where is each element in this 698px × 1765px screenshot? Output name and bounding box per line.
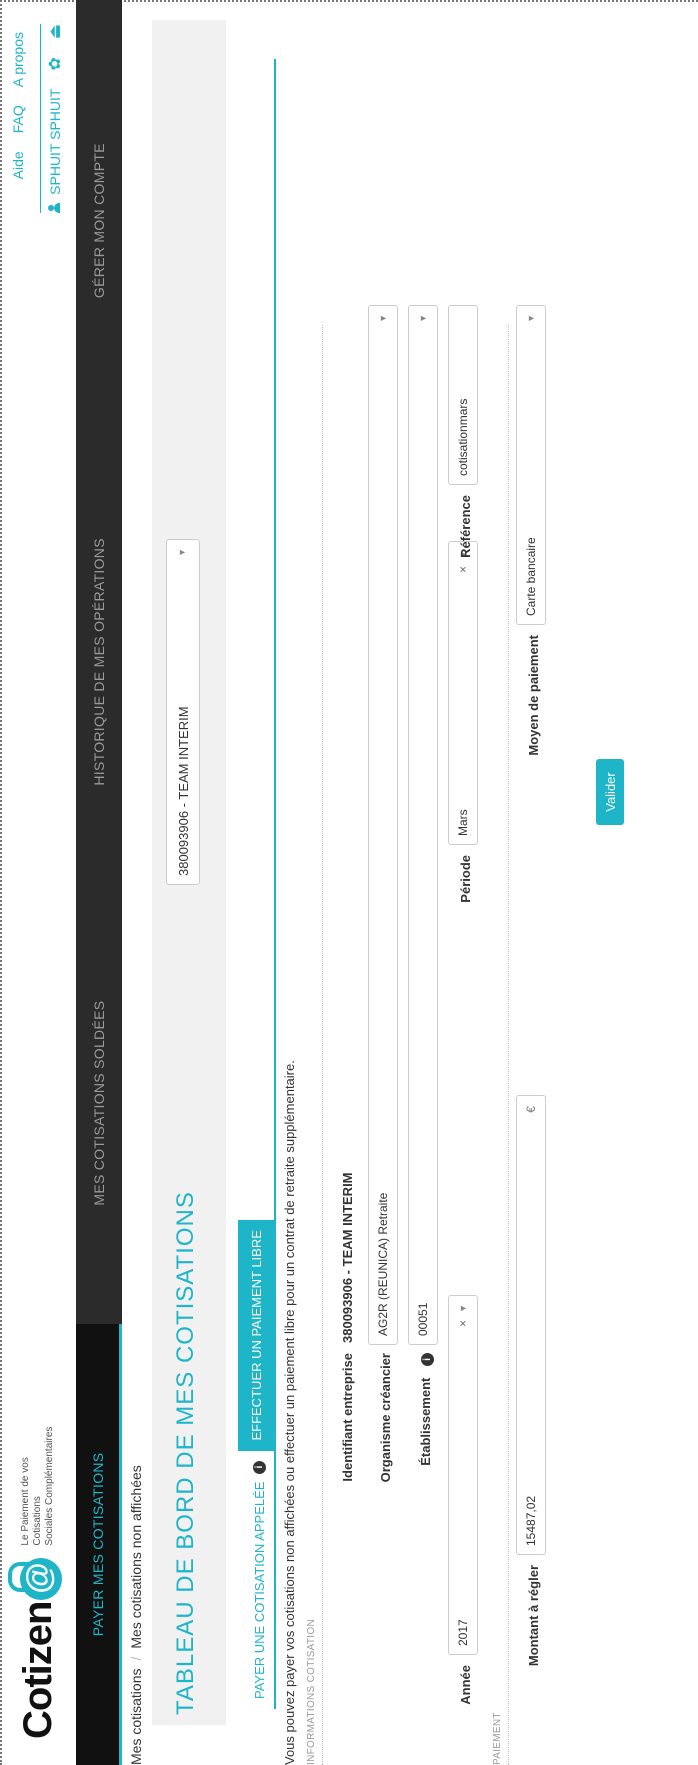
page-canvas: Cotizen Le Paiement de vos Cotisations S… <box>0 0 698 1765</box>
user-name: SPHUIT SPHUIT <box>47 88 63 195</box>
reference-value: cotisationmars <box>456 398 470 476</box>
logo[interactable]: Cotizen Le Paiement de vos Cotisations S… <box>8 1416 68 1739</box>
company-id-value: 380093906 - TEAM INTERIM <box>340 1172 355 1343</box>
logo-wordmark: Cotizen <box>15 1601 60 1739</box>
info-icon[interactable]: i <box>421 1353 434 1366</box>
tab-payer-cotisation-appelee[interactable]: PAYER UNE COTISATION APPELÉE i <box>244 1451 274 1709</box>
tab-paiement-libre[interactable]: EFFECTUER UN PAIEMENT LIBRE <box>238 1220 274 1451</box>
faq-link[interactable]: FAQ <box>10 105 26 133</box>
clear-icon[interactable]: × <box>456 1320 470 1327</box>
period-label: Période <box>458 855 473 903</box>
year-select[interactable]: 2017 × ▼ <box>448 1295 478 1655</box>
company-id-label: Identifiant entreprise <box>340 1353 355 1482</box>
nav-item-payer-mes-cotisations[interactable]: PAYER MES COTISATIONS <box>76 1323 122 1765</box>
logo-at-lock-icon <box>8 1557 62 1600</box>
year-value: 2017 <box>456 1619 470 1646</box>
section-label-info: INFORMATIONS COTISATION <box>306 1619 317 1765</box>
creditor-label: Organisme créancier <box>378 1353 393 1483</box>
year-label: Année <box>458 1665 473 1705</box>
help-link[interactable]: Aide <box>10 151 26 179</box>
reference-label: Référence <box>458 495 473 558</box>
nav-item-historique[interactable]: HISTORIQUE DE MES OPÉRATIONS <box>76 441 122 882</box>
amount-input[interactable]: 15487,02 € <box>516 1095 546 1555</box>
establishment-select[interactable]: 00051 ▼ <box>408 305 438 1345</box>
tab-label: PAYER UNE COTISATION APPELÉE <box>251 1481 267 1699</box>
breadcrumb-separator: / <box>128 1656 144 1661</box>
nav-item-gerer-mon-compte[interactable]: GÉRER MON COMPTE <box>76 0 122 441</box>
creditor-value: AG2R (REUNICA) Retraite <box>376 1192 390 1336</box>
user-menu[interactable]: SPHUIT SPHUIT <box>47 89 63 213</box>
payment-method-select[interactable]: Carte bancaire ▼ <box>516 305 546 625</box>
section-divider <box>508 325 509 1765</box>
gear-icon[interactable]: ✿ <box>45 57 65 70</box>
establishment-label-text: Établissement <box>418 1377 433 1466</box>
validate-button[interactable]: Valider <box>596 759 624 825</box>
currency-euro: € <box>524 1106 538 1113</box>
payment-method-label: Moyen de paiement <box>526 635 541 756</box>
dropdown-arrow-icon: ▼ <box>526 314 536 323</box>
nav-item-mes-cotisations-soldees[interactable]: MES COTISATIONS SOLDÉES <box>76 883 122 1324</box>
header: Cotizen Le Paiement de vos Cotisations S… <box>0 0 72 1765</box>
payment-tabs: PAYER UNE COTISATION APPELÉE i EFFECTUER… <box>238 59 276 1709</box>
payment-method-value: Carte bancaire <box>524 537 538 616</box>
dropdown-arrow-icon: ▼ <box>177 548 187 557</box>
page-title: TABLEAU DE BORD DE MES COTISATIONS <box>172 1191 199 1715</box>
dropdown-arrow-icon: ▼ <box>418 314 428 323</box>
tagline: Le Paiement de vos Cotisations Sociales … <box>20 1416 56 1546</box>
user-icon <box>48 203 60 213</box>
company-select-value: 380093906 - TEAM INTERIM <box>175 706 191 876</box>
tagline-line-2: Sociales Complémentaires <box>44 1426 55 1546</box>
section-divider <box>322 325 323 1765</box>
reference-input[interactable]: cotisationmars <box>448 305 478 485</box>
dropdown-arrow-icon: ▼ <box>378 314 388 323</box>
breadcrumb: Mes cotisations / Mes cotisations non af… <box>128 1465 144 1765</box>
breadcrumb-current: Mes cotisations non affichées <box>128 1465 144 1649</box>
dropdown-arrow-icon: ▼ <box>458 1304 468 1313</box>
top-links: Aide FAQ A propos <box>10 32 26 179</box>
tagline-line-1: Le Paiement de vos Cotisations <box>20 1457 43 1546</box>
section-label-payment: PAIEMENT <box>492 1712 503 1765</box>
intro-text: Vous pouvez payer vos cotisations non af… <box>282 1060 297 1765</box>
about-link[interactable]: A propos <box>10 32 26 87</box>
establishment-value: 00051 <box>416 1302 430 1336</box>
breadcrumb-root[interactable]: Mes cotisations <box>128 1669 144 1765</box>
amount-value: 15487,02 <box>524 1495 538 1546</box>
main-nav: PAYER MES COTISATIONS MES COTISATIONS SO… <box>76 0 122 1765</box>
tab-label: EFFECTUER UN PAIEMENT LIBRE <box>248 1230 264 1441</box>
info-icon[interactable]: i <box>252 1460 266 1474</box>
establishment-label: Établissement i <box>418 1353 434 1525</box>
company-select[interactable]: 380093906 - TEAM INTERIM ▼ <box>166 539 200 885</box>
creditor-select[interactable]: AG2R (REUNICA) Retraite ▼ <box>368 305 398 1345</box>
amount-label: Montant à régler <box>526 1565 541 1667</box>
period-value: Mars <box>456 809 470 836</box>
logout-icon[interactable]: ⏏ <box>45 24 65 39</box>
user-bar: SPHUIT SPHUIT ✿ ⏏ <box>40 24 65 213</box>
